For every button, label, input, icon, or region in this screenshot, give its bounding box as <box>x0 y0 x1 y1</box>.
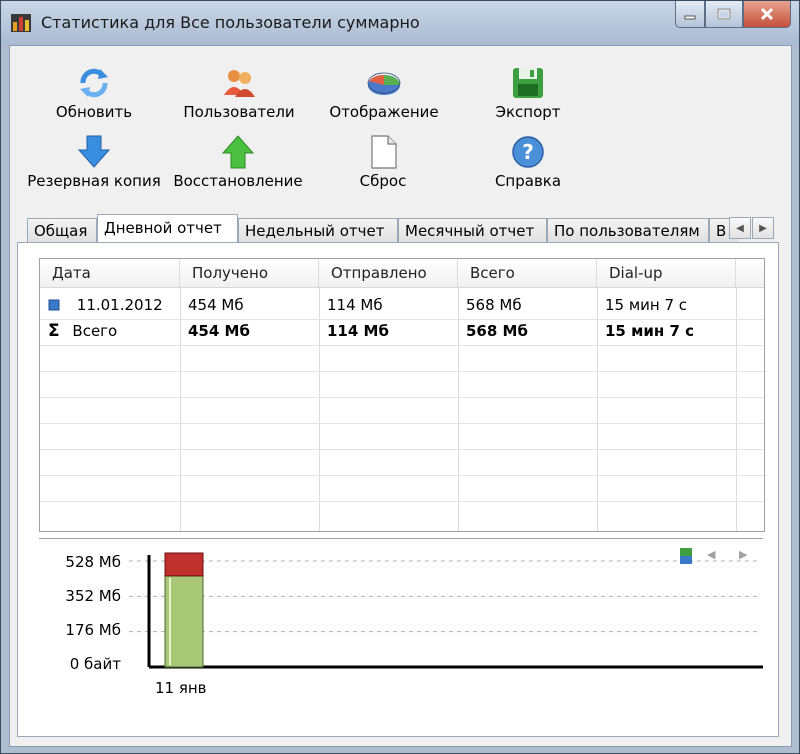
users-button[interactable]: Пользователи <box>181 65 297 121</box>
column-header-dialup[interactable]: Dial-up <box>597 259 736 287</box>
row-dialup: 15 мин 7 с <box>605 296 688 314</box>
sigma-icon: Σ <box>48 321 60 341</box>
reset-label: Сброс <box>359 172 407 190</box>
close-icon <box>760 7 774 21</box>
traffic-chart: 528 Мб 352 Мб 176 Мб 0 байт 11 янв ◀ ▶ <box>39 538 763 734</box>
help-label: Справка <box>494 172 562 190</box>
row-sent: 114 Мб <box>327 296 383 314</box>
tab-general[interactable]: Общая <box>27 218 97 242</box>
tab-by-users[interactable]: По пользователям <box>547 218 709 242</box>
chart-canvas <box>129 552 763 669</box>
table-header: Дата Получено Отправлено Всего Dial-up <box>40 259 764 288</box>
bar-sent-11-jan <box>164 552 204 577</box>
tab-scroll-right-button[interactable]: ▶ <box>752 217 774 239</box>
row-received: 454 Мб <box>188 296 244 314</box>
pie-chart-icon <box>367 72 401 95</box>
minimize-icon <box>684 15 696 20</box>
help-icon: ? <box>512 136 544 168</box>
chart-scroll-left-icon[interactable]: ◀ <box>707 548 715 561</box>
window-title: Статистика для Все пользователи суммарно <box>41 13 420 32</box>
save-icon <box>513 68 543 98</box>
column-header-received[interactable]: Получено <box>180 259 319 287</box>
export-label: Экспорт <box>495 103 561 121</box>
tab-weekly-report[interactable]: Недельный отчет <box>238 218 398 242</box>
tab-daily-report[interactable]: Дневной отчет <box>97 214 238 242</box>
maximize-icon <box>717 8 731 20</box>
display-button[interactable]: Отображение <box>327 65 441 121</box>
summary-received: 454 Мб <box>188 322 250 340</box>
chevron-left-icon: ◀ <box>736 222 744 234</box>
svg-text:?: ? <box>522 140 534 164</box>
summary-total: 568 Мб <box>466 322 528 340</box>
chevron-right-icon: ▶ <box>759 222 767 234</box>
close-button[interactable] <box>743 1 791 28</box>
title-bar[interactable]: Статистика для Все пользователи суммарно <box>1 1 799 45</box>
legend-icon[interactable] <box>679 547 693 565</box>
report-table: Дата Получено Отправлено Всего Dial-up 1… <box>39 258 765 532</box>
minimize-button[interactable] <box>675 1 705 28</box>
arrow-down-icon <box>77 135 111 168</box>
tab-monthly-report[interactable]: Месячный отчет <box>398 218 547 242</box>
daily-report-panel: Дата Получено Отправлено Всего Dial-up 1… <box>17 242 779 737</box>
maximize-button[interactable] <box>705 1 743 28</box>
backup-label: Резервная копия <box>27 172 161 190</box>
column-header-date[interactable]: Дата <box>40 259 180 287</box>
summary-sent: 114 Мб <box>327 322 389 340</box>
refresh-label: Обновить <box>55 103 133 121</box>
summary-label: Всего <box>72 322 118 340</box>
summary-label-cell: Σ Всего <box>48 318 180 344</box>
blank-document-icon <box>371 135 397 169</box>
reset-button[interactable]: Сброс <box>353 134 413 190</box>
arrow-up-icon <box>221 135 255 169</box>
export-button[interactable]: Экспорт <box>491 65 565 121</box>
column-header-sent[interactable]: Отправлено <box>319 259 458 287</box>
tab-scroll-left-button[interactable]: ◀ <box>729 217 751 239</box>
help-button[interactable]: ? Справка <box>491 134 565 190</box>
row-date-cell: 11.01.2012 <box>48 292 180 318</box>
backup-button[interactable]: Резервная копия <box>25 134 163 190</box>
users-label: Пользователи <box>183 103 295 121</box>
row-total: 568 Мб <box>466 296 522 314</box>
refresh-button[interactable]: Обновить <box>53 65 135 121</box>
tab-strip: Общая Дневной отчет Недельный отчет Меся… <box>17 214 739 242</box>
column-header-total[interactable]: Всего <box>458 259 597 287</box>
day-marker-icon <box>48 299 60 311</box>
display-label: Отображение <box>329 103 439 121</box>
users-icon <box>224 70 255 97</box>
app-icon <box>11 14 31 32</box>
chart-scroll-right-icon[interactable]: ▶ <box>739 548 747 561</box>
summary-dialup: 15 мин 7 с <box>605 322 695 340</box>
restore-button[interactable]: Восстановление <box>171 134 305 190</box>
refresh-icon <box>80 68 108 98</box>
row-date: 11.01.2012 <box>76 296 163 314</box>
restore-label: Восстановление <box>173 172 303 190</box>
statistics-window: Статистика для Все пользователи суммарно… <box>0 0 800 754</box>
